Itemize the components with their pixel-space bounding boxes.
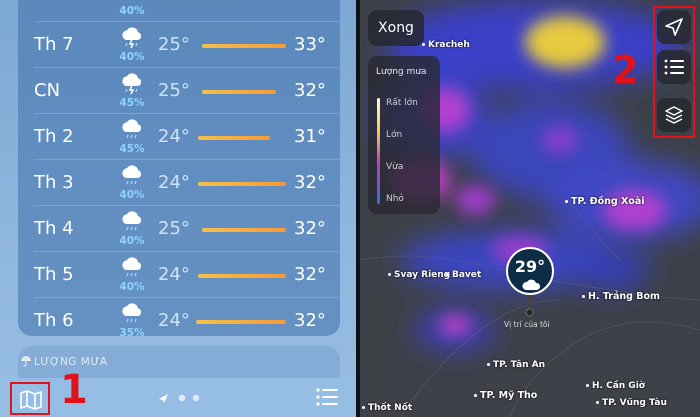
cloud-rain-icon [122,165,142,185]
map-place-label[interactable]: Bavet [446,270,481,280]
rain-chance: 40% [119,235,145,247]
cloud-icon [522,279,541,290]
temp-range-bar [198,274,286,278]
forecast-row[interactable]: Th 3 40% 24° 32° [18,160,340,206]
page-dot [178,394,186,402]
forecast-row[interactable]: Th 6 35% 24° 32° [18,298,340,344]
high-temp: 32° [294,310,326,331]
temp-range-bar [198,182,286,186]
ten-day-forecast-card: 40% Th 7 40% 25° 33° CN 45% 25° 32° Th 2… [18,0,340,339]
page-dot [192,394,200,402]
day-label: Th 5 [34,264,74,285]
map-button[interactable] [10,382,50,415]
annotation-number-2: 2 [612,48,639,92]
page-indicator[interactable] [158,392,218,404]
rain-chance: 40% [119,5,145,17]
forecast-row[interactable]: Th 7 40% 25° 33° [18,22,340,68]
legend-color-scale [377,98,380,204]
forecast-row[interactable]: Th 5 40% 24° 32° [18,252,340,298]
forecast-row[interactable]: CN 45% 25° 32° [18,68,340,114]
legend-item: Lớn [386,130,403,140]
low-temp: 25° [158,218,190,239]
temp-range-bar [196,320,286,324]
cloud-rain-icon [122,257,142,277]
day-label: Th 4 [34,218,74,239]
map-place-label[interactable]: TP. Đồng Xoài [565,196,645,207]
rain-chance: 45% [119,97,145,109]
low-temp: 24° [158,310,190,331]
forecast-row[interactable]: Th 2 45% 24° 31° [18,114,340,160]
map-place-label[interactable]: Svay Rieng [388,270,450,280]
layers-icon [665,106,683,124]
low-temp: 24° [158,126,190,147]
list-icon[interactable] [316,387,338,407]
temp-range-bar [202,44,286,48]
low-temp: 25° [158,34,190,55]
rain-chance: 40% [119,51,145,63]
day-label: Th 7 [34,34,74,55]
current-temperature: 29° [514,257,546,276]
navigation-button[interactable] [657,10,691,44]
high-temp: 32° [294,218,326,239]
map-place-label[interactable]: TP. Vũng Tàu [596,398,667,408]
day-label: Th 6 [34,310,74,331]
my-location-dot [525,308,534,317]
cloud-rain-icon [122,119,142,139]
layers-button[interactable] [657,98,691,132]
low-temp: 25° [158,80,190,101]
map-place-label[interactable]: Thốt Nốt [362,403,412,413]
cloud-rain-lightning-icon [122,73,142,95]
temp-range-bar [198,136,270,140]
location-arrow-icon [159,394,168,403]
temp-range-bar [202,90,276,94]
high-temp: 31° [294,126,326,147]
cloud-rain-icon [122,303,142,323]
precipitation-map[interactable]: Kracheh TP. Đồng Xoài Svay Rieng Bavet H… [360,0,700,417]
high-temp: 32° [294,172,326,193]
map-place-label[interactable]: H. Trảng Bom [582,291,660,302]
high-temp: 33° [294,34,326,55]
annotation-number-1: 1 [60,367,88,413]
navigation-arrow-icon [665,18,683,36]
rain-chance: 35% [119,327,145,339]
day-label: Th 3 [34,172,74,193]
cloud-rain-lightning-icon [122,27,142,49]
precipitation-legend: Lượng mưa Rất lớn Lớn Vừa Nhỏ [368,56,440,214]
umbrella-icon [21,356,31,367]
legend-item: Rất lớn [386,98,418,108]
pin-stem [528,295,531,309]
forecast-row[interactable]: 40% [18,0,340,22]
map-place-label[interactable]: H. Cần Giờ [586,381,645,391]
low-temp: 24° [158,172,190,193]
cloud-rain-icon [122,211,142,231]
list-icon [664,59,684,75]
legend-item: Nhỏ [386,194,404,204]
forecast-row[interactable]: Th 4 40% 25° 32° [18,206,340,252]
rain-chance: 45% [119,143,145,155]
day-label: CN [34,80,61,101]
high-temp: 32° [294,264,326,285]
day-label: Th 2 [34,126,74,147]
my-location-label: Vị trí của tôi [504,320,550,329]
low-temp: 24° [158,264,190,285]
legend-item: Vừa [386,162,404,172]
map-place-label[interactable]: TP. Tân An [487,360,545,370]
rain-chance: 40% [119,281,145,293]
temp-range-bar [202,228,286,232]
done-button[interactable]: Xong [368,10,424,46]
legend-title: Lượng mưa [376,67,427,77]
high-temp: 32° [294,80,326,101]
weather-detail-panel: 40% Th 7 40% 25° 33° CN 45% 25° 32° Th 2… [0,0,356,417]
map-icon [20,390,42,410]
map-place-label[interactable]: Kracheh [422,40,470,50]
current-location-temp-pin[interactable]: 29° [506,247,554,295]
rain-chance: 40% [119,189,145,201]
location-list-button[interactable] [657,50,691,84]
map-place-label[interactable]: TP. Mỹ Tho [474,390,537,401]
